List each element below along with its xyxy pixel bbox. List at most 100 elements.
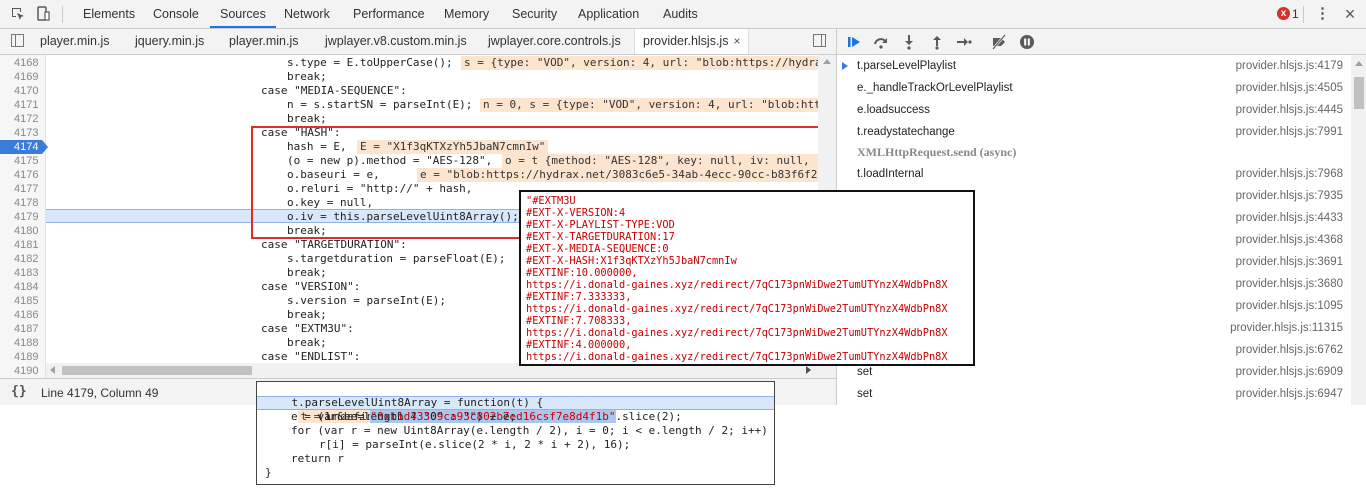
call-frame[interactable]: e._handleTrackOrLevelPlaylist provider.h… <box>837 77 1351 99</box>
frame-location[interactable]: provider.hlsjs.js:4445 <box>1236 99 1343 121</box>
close-icon[interactable]: × <box>1342 5 1358 23</box>
file-tab[interactable]: player.min.js <box>40 29 109 54</box>
file-tab[interactable]: jquery.min.js <box>135 29 204 54</box>
step-icon[interactable] <box>955 33 973 51</box>
file-tab[interactable]: jwplayer.core.controls.js <box>488 29 621 54</box>
popover-line: #EXT-X-MEDIA-SEQUENCE:0 <box>526 243 669 255</box>
scroll-up-icon[interactable] <box>1355 61 1363 66</box>
call-frame-current[interactable]: t.parseLevelPlaylist provider.hlsjs.js:4… <box>837 55 1351 77</box>
tab-audits[interactable]: Audits <box>663 0 698 28</box>
deactivate-breakpoints-icon[interactable] <box>990 33 1008 51</box>
line-number[interactable]: 4181 <box>0 238 42 252</box>
call-frame[interactable]: t.loadInternal provider.hlsjs.js:7968 <box>837 163 1351 185</box>
tab-console[interactable]: Console <box>153 0 199 28</box>
popover-line: https://i.donald-gaines.xyz/redirect/7qC… <box>526 279 948 291</box>
line-number[interactable]: 4171 <box>0 98 42 112</box>
resume-icon[interactable] <box>845 33 863 51</box>
step-into-icon[interactable] <box>900 33 918 51</box>
line-number[interactable]: 4178 <box>0 196 42 210</box>
frame-location[interactable]: provider.hlsjs.js:7968 <box>1236 163 1343 185</box>
code-line: case "EXTM3U": <box>261 322 354 335</box>
scroll-right-icon[interactable] <box>806 366 811 374</box>
close-tab-icon[interactable]: × <box>733 34 740 48</box>
code-line: break; <box>287 266 327 279</box>
frame-function: t.readystatechange <box>857 126 955 138</box>
line-number[interactable]: 4179 <box>0 210 42 224</box>
toggle-debugger-icon[interactable] <box>813 34 826 47</box>
tab-elements[interactable]: Elements <box>83 0 135 28</box>
frame-function: e._handleTrackOrLevelPlaylist <box>857 82 1013 94</box>
call-stack-scrollbar[interactable] <box>1351 55 1366 405</box>
line-number[interactable]: 4176 <box>0 168 42 182</box>
frame-location[interactable]: provider.hlsjs.js:4433 <box>1236 207 1343 229</box>
line-number[interactable]: 4187 <box>0 322 42 336</box>
scroll-up-icon[interactable] <box>823 59 831 64</box>
more-options-icon[interactable]: ⋮ <box>1315 6 1330 22</box>
popover-line: #EXT-X-HASH:X1f3qKTXzYh5JbaN7cmnIw <box>526 255 737 267</box>
frame-location[interactable]: provider.hlsjs.js:6762 <box>1236 339 1343 361</box>
line-number-gutter[interactable]: 4168 4169 4170 4171 4172 4173 4174 4175 … <box>0 55 48 378</box>
frame-location[interactable]: provider.hlsjs.js:4505 <box>1236 77 1343 99</box>
frame-location[interactable]: provider.hlsjs.js:6909 <box>1236 361 1343 383</box>
scroll-thumb[interactable] <box>1354 77 1364 109</box>
step-over-icon[interactable] <box>872 33 890 51</box>
device-toolbar-icon[interactable] <box>35 6 51 22</box>
frame-location[interactable]: provider.hlsjs.js:3691 <box>1236 251 1343 273</box>
call-frame[interactable]: t.readystatechange provider.hlsjs.js:799… <box>837 121 1351 143</box>
scroll-thumb[interactable] <box>62 366 252 375</box>
frame-location[interactable]: provider.hlsjs.js:1095 <box>1236 295 1343 317</box>
line-number[interactable]: 4184 <box>0 280 42 294</box>
frame-location[interactable]: provider.hlsjs.js:7991 <box>1236 121 1343 143</box>
tab-network[interactable]: Network <box>284 0 330 28</box>
scroll-left-icon[interactable] <box>50 366 55 374</box>
pretty-print-icon[interactable]: {} <box>11 384 27 399</box>
line-number[interactable]: 4168 <box>0 56 42 70</box>
call-frame[interactable]: set provider.hlsjs.js:6947 <box>837 383 1351 405</box>
line-number[interactable]: 4173 <box>0 126 42 140</box>
line-number[interactable]: 4172 <box>0 112 42 126</box>
popover-line: #EXT-X-TARGETDURATION:17 <box>526 231 675 243</box>
tab-security[interactable]: Security <box>512 0 557 28</box>
line-number[interactable]: 4169 <box>0 70 42 84</box>
call-frame[interactable]: e.loadsuccess provider.hlsjs.js:4445 <box>837 99 1351 121</box>
frame-location[interactable]: provider.hlsjs.js:3680 <box>1236 273 1343 295</box>
line-number[interactable]: 4175 <box>0 154 42 168</box>
toggle-navigator-icon[interactable] <box>11 34 24 47</box>
file-tab[interactable]: player.min.js <box>229 29 298 54</box>
frame-location[interactable]: provider.hlsjs.js:11315 <box>1230 317 1343 339</box>
frame-function: t.loadInternal <box>857 168 924 180</box>
error-count[interactable]: 1 <box>1292 0 1299 29</box>
devtools-toolbar: Elements Console Sources Network Perform… <box>0 0 1366 29</box>
line-number[interactable]: 4190 <box>0 364 42 378</box>
line-number[interactable]: 4189 <box>0 350 42 364</box>
code-line: n = s.startSN = parseInt(E); <box>287 98 473 111</box>
line-number[interactable]: 4186 <box>0 308 42 322</box>
line-number[interactable]: 4177 <box>0 182 42 196</box>
frame-location[interactable]: provider.hlsjs.js:4179 <box>1236 55 1343 77</box>
pause-on-exceptions-icon[interactable] <box>1018 33 1036 51</box>
frame-location[interactable]: provider.hlsjs.js:6947 <box>1236 383 1343 405</box>
tab-sources[interactable]: Sources <box>210 0 276 28</box>
file-tab-active[interactable]: provider.hlsjs.js × <box>634 29 750 54</box>
frame-location[interactable]: provider.hlsjs.js:7935 <box>1236 185 1343 207</box>
code-line: break; <box>287 308 327 321</box>
step-out-icon[interactable] <box>928 33 946 51</box>
file-tab[interactable]: jwplayer.v8.custom.min.js <box>325 29 467 54</box>
line-number[interactable]: 4183 <box>0 266 42 280</box>
tab-performance[interactable]: Performance <box>353 0 425 28</box>
line-number[interactable]: 4185 <box>0 294 42 308</box>
line-number[interactable]: 4170 <box>0 84 42 98</box>
error-icon[interactable]: x <box>1277 7 1290 20</box>
inline-value: s = {type: "VOD", version: 4, url: "blob… <box>461 56 818 70</box>
tab-application[interactable]: Application <box>578 0 639 28</box>
tab-memory[interactable]: Memory <box>444 0 489 28</box>
code-line: break; <box>287 112 327 125</box>
line-number[interactable]: 4188 <box>0 336 42 350</box>
frame-location[interactable]: provider.hlsjs.js:4368 <box>1236 229 1343 251</box>
line-number[interactable]: 4182 <box>0 252 42 266</box>
line-number[interactable]: 4180 <box>0 224 42 238</box>
popover-line: e = (1 & e.length ? "0" : "") + e; <box>291 410 517 423</box>
inspect-element-icon[interactable] <box>10 6 26 22</box>
breakpoint-line-number[interactable]: 4174 <box>0 140 48 154</box>
popover-line: #EXT-X-VERSION:4 <box>526 207 626 219</box>
